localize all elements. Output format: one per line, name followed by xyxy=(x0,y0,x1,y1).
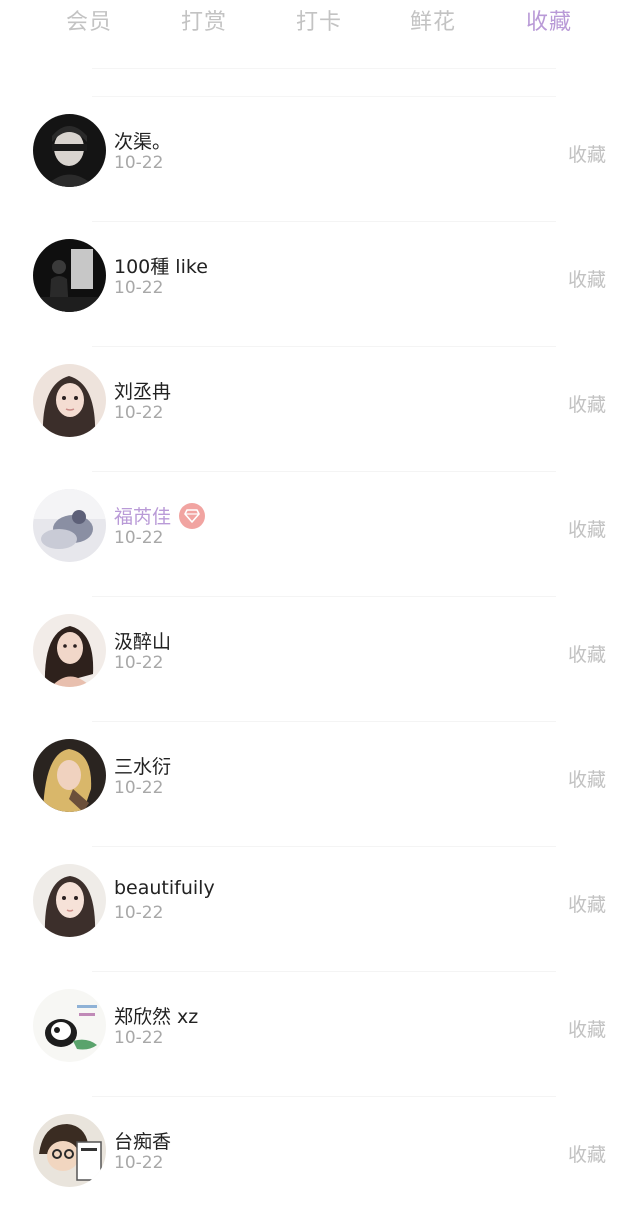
favorite-date: 10-22 xyxy=(114,153,164,173)
tab-flowers[interactable]: 鲜花 xyxy=(410,4,456,36)
user-name: 次渠。 xyxy=(114,131,172,153)
tab-reward[interactable]: 打赏 xyxy=(181,4,227,36)
list-item[interactable]: beautifuily 10-22 收藏 xyxy=(0,847,640,972)
list-item[interactable]: 次渠。 10-22 收藏 xyxy=(0,97,640,222)
favorite-button[interactable]: 收藏 xyxy=(568,1015,606,1042)
favorite-date: 10-22 xyxy=(114,778,164,798)
avatar[interactable] xyxy=(33,989,106,1062)
list-item[interactable]: 刘丞冉 10-22 收藏 xyxy=(0,347,640,472)
avatar[interactable] xyxy=(33,489,106,562)
user-name: 三水衍 xyxy=(114,756,172,778)
favorite-button[interactable]: 收藏 xyxy=(568,390,606,417)
user-name: beautifuily xyxy=(114,877,215,899)
avatar[interactable] xyxy=(33,239,106,312)
list-item[interactable]: 100種 like 10-22 收藏 xyxy=(0,222,640,347)
list-item[interactable]: 汲醉山 10-22 收藏 xyxy=(0,597,640,722)
user-name: 福芮佳 xyxy=(114,506,172,528)
list-item[interactable]: 三水衍 10-22 收藏 xyxy=(0,722,640,847)
avatar[interactable] xyxy=(33,739,106,812)
list-item[interactable]: 福芮佳 10-22 收藏 xyxy=(0,472,640,597)
favorite-button[interactable]: 收藏 xyxy=(568,140,606,167)
favorite-date: 10-22 xyxy=(114,653,164,673)
favorite-button[interactable]: 收藏 xyxy=(568,890,606,917)
list-item[interactable]: 台痴香 10-22 收藏 xyxy=(0,1097,640,1222)
favorite-date: 10-22 xyxy=(114,278,164,298)
favorite-date: 10-22 xyxy=(114,403,164,423)
favorite-date: 10-22 xyxy=(114,1153,164,1173)
avatar[interactable] xyxy=(33,1114,106,1187)
user-name: 郑欣然 xz xyxy=(114,1006,199,1028)
tab-bar: 会员 打赏 打卡 鲜花 收藏 xyxy=(0,0,640,44)
favorite-date: 10-22 xyxy=(114,903,164,923)
user-name: 汲醉山 xyxy=(114,631,172,653)
user-name: 刘丞冉 xyxy=(114,381,172,403)
favorite-button[interactable]: 收藏 xyxy=(568,765,606,792)
user-name: 台痴香 xyxy=(114,1131,172,1153)
favorite-button[interactable]: 收藏 xyxy=(568,265,606,292)
favorite-date: 10-22 xyxy=(114,528,164,548)
favorite-date: 10-22 xyxy=(114,1028,164,1048)
diamond-icon xyxy=(179,502,206,529)
divider xyxy=(92,68,556,69)
favorites-list: 次渠。 10-22 收藏 100種 like 10-22 收藏 刘丞冉 10-2… xyxy=(0,97,640,1222)
tab-member[interactable]: 会员 xyxy=(66,4,112,36)
favorite-button[interactable]: 收藏 xyxy=(568,515,606,542)
tab-favorites[interactable]: 收藏 xyxy=(526,4,572,36)
favorite-button[interactable]: 收藏 xyxy=(568,1140,606,1167)
avatar[interactable] xyxy=(33,114,106,187)
user-name: 100種 like xyxy=(114,256,208,278)
tab-checkin[interactable]: 打卡 xyxy=(296,4,342,36)
list-item[interactable]: 郑欣然 xz 10-22 收藏 xyxy=(0,972,640,1097)
avatar[interactable] xyxy=(33,364,106,437)
avatar[interactable] xyxy=(33,864,106,937)
favorite-button[interactable]: 收藏 xyxy=(568,640,606,667)
avatar[interactable] xyxy=(33,614,106,687)
